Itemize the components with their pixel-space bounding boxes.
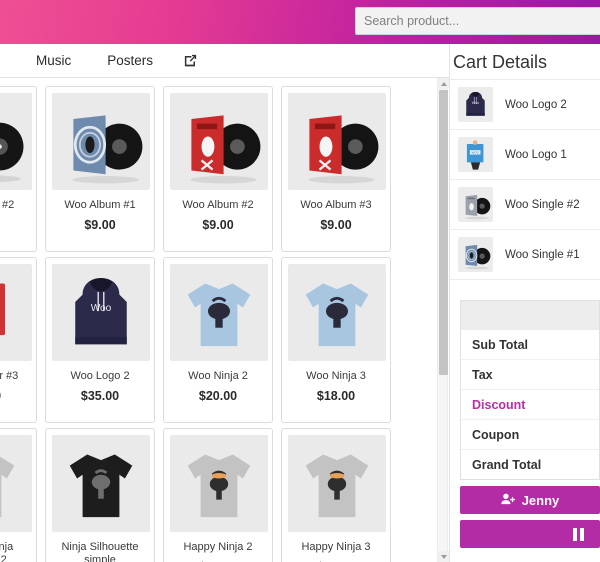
product-image	[288, 264, 386, 361]
total-row: Grand Total	[461, 449, 599, 479]
svg-text:WOO: WOO	[471, 151, 479, 155]
nav-item-music[interactable]: Music	[18, 44, 89, 77]
product-name: Ninja Silhouette simple	[61, 541, 139, 562]
product-price: $18.00	[316, 389, 356, 403]
product-image	[52, 435, 150, 532]
search-field-wrapper	[355, 7, 600, 35]
scroll-up-arrow[interactable]	[438, 78, 449, 89]
product-image	[170, 264, 268, 361]
pause-icon	[573, 527, 584, 541]
cart-item-thumbnail	[458, 237, 493, 272]
cart-item-name: Woo Single #1	[505, 248, 580, 261]
product-card[interactable]: Ninja Silhouette simple$20.00	[45, 428, 155, 562]
product-name: Woo Album #1	[64, 199, 136, 211]
cart-item-thumbnail: WOO	[458, 137, 493, 172]
product-image	[52, 93, 150, 190]
product-price: $35.00	[80, 389, 120, 403]
total-row: Coupon	[461, 419, 599, 449]
user-plus-icon	[500, 493, 515, 508]
customer-name: Jenny	[521, 492, 560, 508]
product-grid-scrollbar[interactable]	[437, 78, 449, 562]
product-image	[0, 93, 32, 190]
customer-button[interactable]: Jenny	[460, 486, 600, 514]
cart-item-thumbnail	[458, 187, 493, 222]
cart-details-title: Cart Details	[453, 52, 548, 72]
cart-item-thumbnail: Woo	[458, 87, 493, 122]
product-card[interactable]: Woo Ninja 3 $18.00	[281, 257, 391, 423]
product-name: Patient Ninja Serenity 2	[0, 541, 14, 562]
svg-text:Woo: Woo	[91, 303, 112, 314]
product-price: $9.00	[202, 218, 234, 232]
cart-item-row[interactable]: Woo Single #1	[450, 230, 600, 280]
nav-item-posters[interactable]: Posters	[89, 44, 171, 77]
product-card[interactable]: Woo Album #1 $9.00	[45, 86, 155, 252]
svg-text:Woo: Woo	[472, 101, 479, 105]
total-label: Discount	[472, 397, 526, 412]
cart-item-row[interactable]: Woo Woo Logo 2	[450, 80, 600, 130]
product-card[interactable]: Woo Album #2 $9.00	[163, 86, 273, 252]
total-label: Sub Total	[472, 337, 529, 352]
product-card[interactable]: Woo Poster #3 $15.00	[0, 257, 37, 423]
top-header	[0, 0, 600, 44]
total-row: Sub Total	[461, 330, 599, 359]
product-price: $9.00	[320, 218, 352, 232]
product-price: $9.00	[84, 218, 116, 232]
product-price: $15.00	[0, 389, 30, 403]
total-label: Tax	[472, 367, 493, 382]
product-name: Woo Poster #3	[0, 370, 19, 382]
product-name: Woo Album #2	[182, 199, 254, 211]
product-image	[0, 264, 32, 361]
product-image	[288, 435, 386, 532]
product-card[interactable]: Woo Woo Logo 2 $35.00	[45, 257, 155, 423]
cart-item-list: Woo Woo Logo 2 WOO Woo Logo 1 Woo Single…	[450, 79, 600, 280]
product-card[interactable]: Woo Album #3 $9.00	[281, 86, 391, 252]
cart-item-name: Woo Logo 2	[505, 98, 567, 111]
total-label: Grand Total	[472, 457, 542, 472]
cart-item-row[interactable]: WOO Woo Logo 1	[450, 130, 600, 180]
product-image: Woo	[52, 264, 150, 361]
product-name: Woo Ninja 3	[306, 370, 366, 382]
product-card[interactable]: Patient Ninja Serenity 2$18.00	[0, 428, 37, 562]
product-image	[170, 435, 268, 532]
product-image	[170, 93, 268, 190]
product-card[interactable]: Woo Ninja 2 $20.00	[163, 257, 273, 423]
hold-order-button[interactable]	[460, 520, 600, 548]
product-grid-pane: Woo Vinyl #2 $9.00 Woo Album #1 $9.00 Woo …	[0, 78, 437, 562]
product-name: Happy Ninja 3	[301, 541, 371, 553]
cart-item-name: Woo Single #2	[505, 198, 580, 211]
totals-rows: Sub Total Tax Discount Coupon Grand Total	[460, 330, 600, 480]
product-price: $9.00	[0, 218, 30, 232]
scrollbar-thumb[interactable]	[439, 90, 448, 375]
external-link-icon[interactable]	[171, 53, 210, 68]
totals-header-row: App	[460, 300, 600, 330]
product-grid: Woo Vinyl #2 $9.00 Woo Album #1 $9.00 Woo …	[0, 84, 395, 562]
product-card[interactable]: Happy Ninja 3$35.00	[281, 428, 391, 562]
product-card[interactable]: Woo Vinyl #2 $9.00	[0, 86, 37, 252]
total-row: Discount	[461, 389, 599, 419]
product-name: Woo Vinyl #2	[0, 199, 15, 211]
search-input[interactable]	[355, 7, 600, 35]
product-image	[288, 93, 386, 190]
cart-totals-section: App Sub Total Tax Discount Coupon Grand Tota…	[449, 300, 600, 548]
product-name: Woo Album #3	[300, 199, 372, 211]
product-image	[0, 435, 32, 532]
total-label: Coupon	[472, 427, 520, 442]
product-card[interactable]: Happy Ninja 2$35.00	[163, 428, 273, 562]
product-name: Woo Ninja 2	[188, 370, 248, 382]
pos-app-window: Music Posters Woo Vinyl #2 $9.00	[0, 0, 600, 562]
cart-item-row[interactable]: Woo Single #2	[450, 180, 600, 230]
scroll-down-arrow[interactable]	[438, 551, 449, 562]
cart-item-name: Woo Logo 1	[505, 148, 567, 161]
product-price: $20.00	[198, 389, 238, 403]
product-name: Woo Logo 2	[70, 370, 130, 382]
product-name: Happy Ninja 2	[183, 541, 253, 553]
total-row: Tax	[461, 359, 599, 389]
